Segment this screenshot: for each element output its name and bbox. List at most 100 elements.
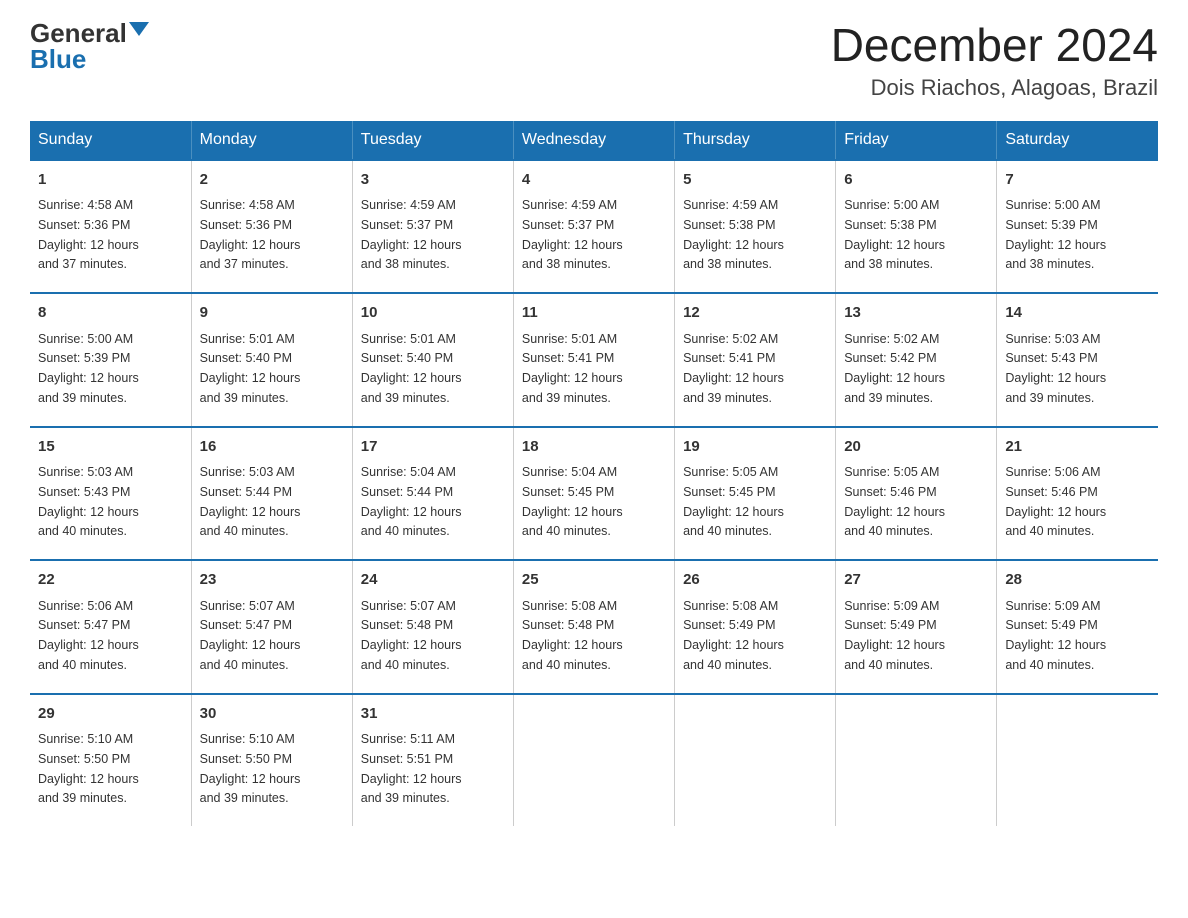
day-info: Sunrise: 5:09 AMSunset: 5:49 PMDaylight:… <box>1005 599 1106 672</box>
day-info: Sunrise: 5:04 AMSunset: 5:45 PMDaylight:… <box>522 465 623 538</box>
calendar-header-row: SundayMondayTuesdayWednesdayThursdayFrid… <box>30 121 1158 160</box>
day-number: 13 <box>844 302 988 325</box>
logo-blue: Blue <box>30 46 86 72</box>
day-info: Sunrise: 5:00 AMSunset: 5:38 PMDaylight:… <box>844 198 945 271</box>
calendar-week-row: 29 Sunrise: 5:10 AMSunset: 5:50 PMDaylig… <box>30 694 1158 827</box>
day-number: 27 <box>844 569 988 592</box>
column-header-saturday: Saturday <box>997 121 1158 160</box>
day-number: 23 <box>200 569 344 592</box>
column-header-sunday: Sunday <box>30 121 191 160</box>
day-number: 19 <box>683 436 827 459</box>
calendar-cell: 16 Sunrise: 5:03 AMSunset: 5:44 PMDaylig… <box>191 427 352 561</box>
calendar-cell: 29 Sunrise: 5:10 AMSunset: 5:50 PMDaylig… <box>30 694 191 827</box>
day-info: Sunrise: 5:03 AMSunset: 5:43 PMDaylight:… <box>1005 332 1106 405</box>
column-header-tuesday: Tuesday <box>352 121 513 160</box>
day-number: 12 <box>683 302 827 325</box>
day-info: Sunrise: 5:08 AMSunset: 5:48 PMDaylight:… <box>522 599 623 672</box>
day-info: Sunrise: 5:01 AMSunset: 5:40 PMDaylight:… <box>361 332 462 405</box>
day-number: 21 <box>1005 436 1150 459</box>
day-info: Sunrise: 5:06 AMSunset: 5:46 PMDaylight:… <box>1005 465 1106 538</box>
page-subtitle: Dois Riachos, Alagoas, Brazil <box>831 75 1158 101</box>
calendar-cell: 12 Sunrise: 5:02 AMSunset: 5:41 PMDaylig… <box>675 293 836 427</box>
day-number: 4 <box>522 169 666 192</box>
day-info: Sunrise: 5:07 AMSunset: 5:47 PMDaylight:… <box>200 599 301 672</box>
day-number: 30 <box>200 703 344 726</box>
calendar-cell <box>997 694 1158 827</box>
calendar-cell: 25 Sunrise: 5:08 AMSunset: 5:48 PMDaylig… <box>513 560 674 694</box>
calendar-cell <box>836 694 997 827</box>
day-number: 22 <box>38 569 183 592</box>
day-info: Sunrise: 5:09 AMSunset: 5:49 PMDaylight:… <box>844 599 945 672</box>
title-area: December 2024 Dois Riachos, Alagoas, Bra… <box>831 20 1158 101</box>
column-header-thursday: Thursday <box>675 121 836 160</box>
day-info: Sunrise: 5:00 AMSunset: 5:39 PMDaylight:… <box>38 332 139 405</box>
calendar-cell: 2 Sunrise: 4:58 AMSunset: 5:36 PMDayligh… <box>191 160 352 294</box>
day-number: 28 <box>1005 569 1150 592</box>
day-info: Sunrise: 4:59 AMSunset: 5:38 PMDaylight:… <box>683 198 784 271</box>
day-number: 18 <box>522 436 666 459</box>
day-info: Sunrise: 5:06 AMSunset: 5:47 PMDaylight:… <box>38 599 139 672</box>
day-number: 8 <box>38 302 183 325</box>
calendar-cell: 13 Sunrise: 5:02 AMSunset: 5:42 PMDaylig… <box>836 293 997 427</box>
day-number: 25 <box>522 569 666 592</box>
day-info: Sunrise: 5:01 AMSunset: 5:40 PMDaylight:… <box>200 332 301 405</box>
calendar-week-row: 1 Sunrise: 4:58 AMSunset: 5:36 PMDayligh… <box>30 160 1158 294</box>
calendar-table: SundayMondayTuesdayWednesdayThursdayFrid… <box>30 121 1158 827</box>
day-info: Sunrise: 4:58 AMSunset: 5:36 PMDaylight:… <box>200 198 301 271</box>
calendar-cell: 15 Sunrise: 5:03 AMSunset: 5:43 PMDaylig… <box>30 427 191 561</box>
calendar-cell: 20 Sunrise: 5:05 AMSunset: 5:46 PMDaylig… <box>836 427 997 561</box>
day-info: Sunrise: 5:10 AMSunset: 5:50 PMDaylight:… <box>200 732 301 805</box>
day-info: Sunrise: 5:10 AMSunset: 5:50 PMDaylight:… <box>38 732 139 805</box>
day-number: 24 <box>361 569 505 592</box>
calendar-cell: 31 Sunrise: 5:11 AMSunset: 5:51 PMDaylig… <box>352 694 513 827</box>
day-info: Sunrise: 4:59 AMSunset: 5:37 PMDaylight:… <box>361 198 462 271</box>
day-number: 9 <box>200 302 344 325</box>
day-number: 2 <box>200 169 344 192</box>
calendar-cell: 24 Sunrise: 5:07 AMSunset: 5:48 PMDaylig… <box>352 560 513 694</box>
day-info: Sunrise: 5:08 AMSunset: 5:49 PMDaylight:… <box>683 599 784 672</box>
calendar-week-row: 15 Sunrise: 5:03 AMSunset: 5:43 PMDaylig… <box>30 427 1158 561</box>
day-info: Sunrise: 5:02 AMSunset: 5:42 PMDaylight:… <box>844 332 945 405</box>
calendar-cell: 19 Sunrise: 5:05 AMSunset: 5:45 PMDaylig… <box>675 427 836 561</box>
calendar-cell: 3 Sunrise: 4:59 AMSunset: 5:37 PMDayligh… <box>352 160 513 294</box>
day-number: 29 <box>38 703 183 726</box>
day-number: 31 <box>361 703 505 726</box>
calendar-cell: 1 Sunrise: 4:58 AMSunset: 5:36 PMDayligh… <box>30 160 191 294</box>
calendar-cell: 7 Sunrise: 5:00 AMSunset: 5:39 PMDayligh… <box>997 160 1158 294</box>
calendar-cell: 8 Sunrise: 5:00 AMSunset: 5:39 PMDayligh… <box>30 293 191 427</box>
day-info: Sunrise: 5:02 AMSunset: 5:41 PMDaylight:… <box>683 332 784 405</box>
day-info: Sunrise: 5:05 AMSunset: 5:45 PMDaylight:… <box>683 465 784 538</box>
logo-general: General <box>30 20 127 46</box>
calendar-cell: 10 Sunrise: 5:01 AMSunset: 5:40 PMDaylig… <box>352 293 513 427</box>
day-info: Sunrise: 5:11 AMSunset: 5:51 PMDaylight:… <box>361 732 462 805</box>
day-number: 7 <box>1005 169 1150 192</box>
calendar-cell: 23 Sunrise: 5:07 AMSunset: 5:47 PMDaylig… <box>191 560 352 694</box>
column-header-friday: Friday <box>836 121 997 160</box>
calendar-cell: 4 Sunrise: 4:59 AMSunset: 5:37 PMDayligh… <box>513 160 674 294</box>
logo-triangle-icon <box>129 22 149 36</box>
calendar-cell: 9 Sunrise: 5:01 AMSunset: 5:40 PMDayligh… <box>191 293 352 427</box>
calendar-cell: 17 Sunrise: 5:04 AMSunset: 5:44 PMDaylig… <box>352 427 513 561</box>
column-header-wednesday: Wednesday <box>513 121 674 160</box>
calendar-cell: 22 Sunrise: 5:06 AMSunset: 5:47 PMDaylig… <box>30 560 191 694</box>
calendar-week-row: 8 Sunrise: 5:00 AMSunset: 5:39 PMDayligh… <box>30 293 1158 427</box>
day-number: 20 <box>844 436 988 459</box>
day-number: 14 <box>1005 302 1150 325</box>
column-header-monday: Monday <box>191 121 352 160</box>
day-info: Sunrise: 5:01 AMSunset: 5:41 PMDaylight:… <box>522 332 623 405</box>
calendar-cell: 28 Sunrise: 5:09 AMSunset: 5:49 PMDaylig… <box>997 560 1158 694</box>
calendar-cell <box>513 694 674 827</box>
day-info: Sunrise: 4:59 AMSunset: 5:37 PMDaylight:… <box>522 198 623 271</box>
day-number: 17 <box>361 436 505 459</box>
day-number: 3 <box>361 169 505 192</box>
calendar-cell: 30 Sunrise: 5:10 AMSunset: 5:50 PMDaylig… <box>191 694 352 827</box>
calendar-cell: 18 Sunrise: 5:04 AMSunset: 5:45 PMDaylig… <box>513 427 674 561</box>
day-number: 11 <box>522 302 666 325</box>
page-header: General Blue December 2024 Dois Riachos,… <box>30 20 1158 101</box>
day-number: 5 <box>683 169 827 192</box>
day-info: Sunrise: 5:04 AMSunset: 5:44 PMDaylight:… <box>361 465 462 538</box>
day-number: 16 <box>200 436 344 459</box>
calendar-cell: 11 Sunrise: 5:01 AMSunset: 5:41 PMDaylig… <box>513 293 674 427</box>
calendar-cell: 26 Sunrise: 5:08 AMSunset: 5:49 PMDaylig… <box>675 560 836 694</box>
day-info: Sunrise: 5:07 AMSunset: 5:48 PMDaylight:… <box>361 599 462 672</box>
